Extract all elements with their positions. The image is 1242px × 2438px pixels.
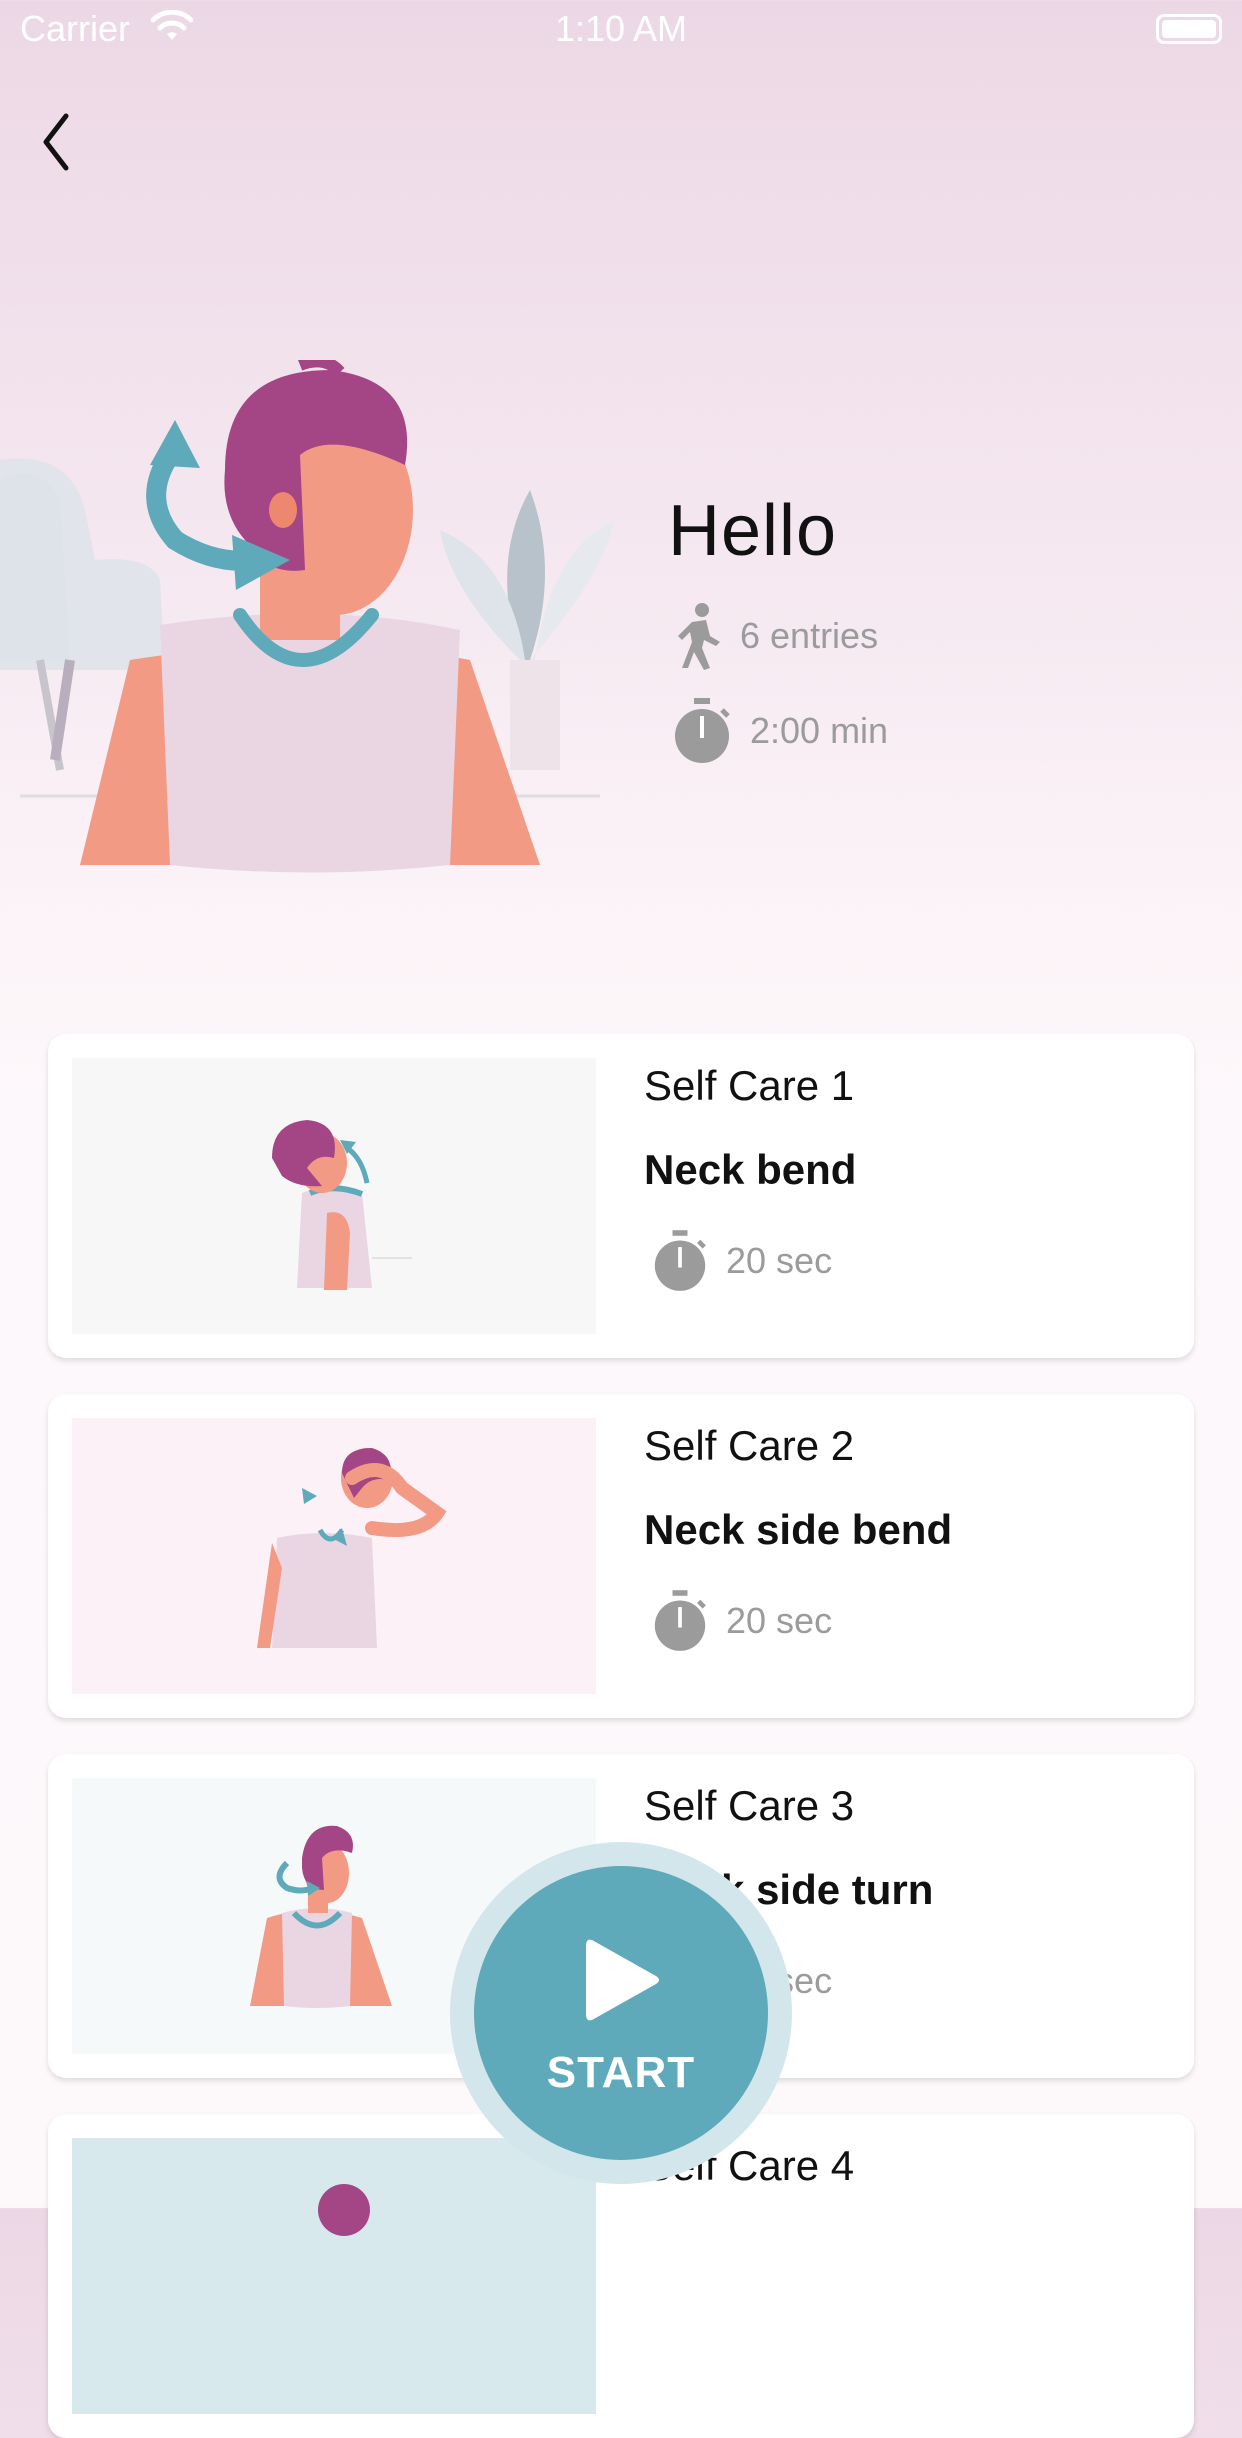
stopwatch-icon bbox=[675, 698, 730, 763]
page-title: Hello bbox=[668, 491, 838, 571]
start-button-ring: START bbox=[450, 1842, 792, 2184]
exercise-subtitle: Self Care 3 bbox=[644, 1782, 855, 1829]
duration-stat: 2:00 min bbox=[672, 698, 888, 764]
status-bar: Carrier 1:10 AM bbox=[0, 0, 1242, 60]
exercise-time: 20 sec bbox=[726, 1240, 833, 1281]
start-label: START bbox=[546, 2048, 696, 2097]
walking-person-icon bbox=[678, 603, 720, 670]
battery-icon bbox=[1156, 14, 1222, 44]
exercise-subtitle: Self Care 2 bbox=[644, 1422, 855, 1469]
play-icon bbox=[586, 1939, 659, 2021]
stopwatch-icon bbox=[654, 1590, 706, 1651]
entries-stat: 6 entries bbox=[672, 602, 878, 670]
exercise-card[interactable]: Self Care 1 Neck bend 20 sec bbox=[48, 1034, 1194, 1358]
exercise-subtitle: Self Care 1 bbox=[644, 1062, 855, 1109]
exercise-thumbnail bbox=[72, 1418, 596, 1694]
exercise-duration: 20 sec bbox=[652, 1230, 832, 1292]
clock: 1:10 AM bbox=[554, 8, 688, 49]
exercise-title: Neck side bend bbox=[644, 1506, 953, 1553]
start-button[interactable]: START bbox=[474, 1866, 768, 2160]
duration-total: 2:00 min bbox=[750, 710, 889, 751]
back-button[interactable] bbox=[30, 100, 110, 180]
exercise-title: Neck bend bbox=[644, 1146, 857, 1193]
exercise-thumbnail bbox=[72, 1058, 596, 1334]
exercise-time: 20 sec bbox=[726, 1600, 833, 1641]
entries-count: 6 entries bbox=[740, 615, 879, 656]
exercise-thumbnail bbox=[72, 2138, 596, 2414]
chevron-left-icon bbox=[43, 113, 69, 171]
exercise-card[interactable]: Self Care 2 Neck side bend 20 sec bbox=[48, 1394, 1194, 1718]
hero-illustration bbox=[0, 355, 620, 900]
stopwatch-icon bbox=[654, 1230, 706, 1291]
exercise-duration: 20 sec bbox=[652, 1590, 832, 1652]
